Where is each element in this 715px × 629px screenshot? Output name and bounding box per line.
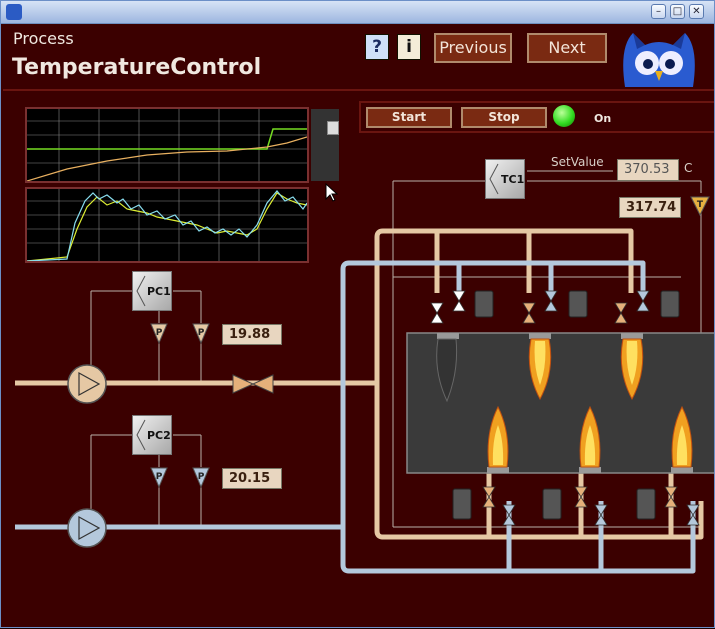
previous-button[interactable]: Previous xyxy=(434,33,512,63)
info-button[interactable]: i xyxy=(397,34,421,60)
process-diagram: P P P P T xyxy=(15,170,714,574)
page-title: TemperatureControl xyxy=(12,55,262,80)
process-label: Process xyxy=(13,29,74,48)
pc2-label: PC2 xyxy=(147,429,171,442)
status-label: On xyxy=(594,112,612,125)
start-button[interactable]: Start xyxy=(366,107,452,128)
title-bar: – □ ✕ xyxy=(1,1,714,24)
pc1-value: 19.88 xyxy=(222,324,282,345)
pressure-controller-pc2[interactable]: PC2 xyxy=(132,415,172,455)
pc2-value: 20.15 xyxy=(222,468,282,489)
svg-text:P: P xyxy=(198,472,205,482)
tc1-label: TC1 xyxy=(501,173,525,186)
owl-logo xyxy=(623,33,695,87)
svg-text:T: T xyxy=(697,200,704,210)
svg-text:P: P xyxy=(156,328,163,338)
maximize-button[interactable]: □ xyxy=(670,4,685,19)
stop-button[interactable]: Stop xyxy=(461,107,547,128)
close-button[interactable]: ✕ xyxy=(689,4,704,19)
status-indicator-light xyxy=(553,105,575,127)
minimize-button[interactable]: – xyxy=(651,4,666,19)
svg-text:P: P xyxy=(198,328,205,338)
pc1-label: PC1 xyxy=(147,285,171,298)
temperature-controller-tc1[interactable]: TC1 xyxy=(485,159,525,199)
setvalue-input[interactable]: 370.53 xyxy=(617,159,679,181)
temperature-value: 317.74 xyxy=(619,197,681,218)
svg-text:P: P xyxy=(156,472,163,482)
app-icon xyxy=(6,4,22,20)
pressure-controller-pc1[interactable]: PC1 xyxy=(132,271,172,311)
setvalue-label: SetValue xyxy=(551,155,604,169)
next-button[interactable]: Next xyxy=(527,33,607,63)
toolbar-separator-bottom xyxy=(359,131,714,133)
trend-scroll-handle[interactable] xyxy=(327,121,339,135)
header-separator xyxy=(3,89,714,91)
app-window: – □ ✕ Process TemperatureControl ? i Pre… xyxy=(0,0,715,628)
toolbar-separator xyxy=(359,101,361,131)
setvalue-unit: C xyxy=(684,161,693,175)
help-button[interactable]: ? xyxy=(365,34,389,60)
toolbar-separator-top xyxy=(359,101,714,103)
